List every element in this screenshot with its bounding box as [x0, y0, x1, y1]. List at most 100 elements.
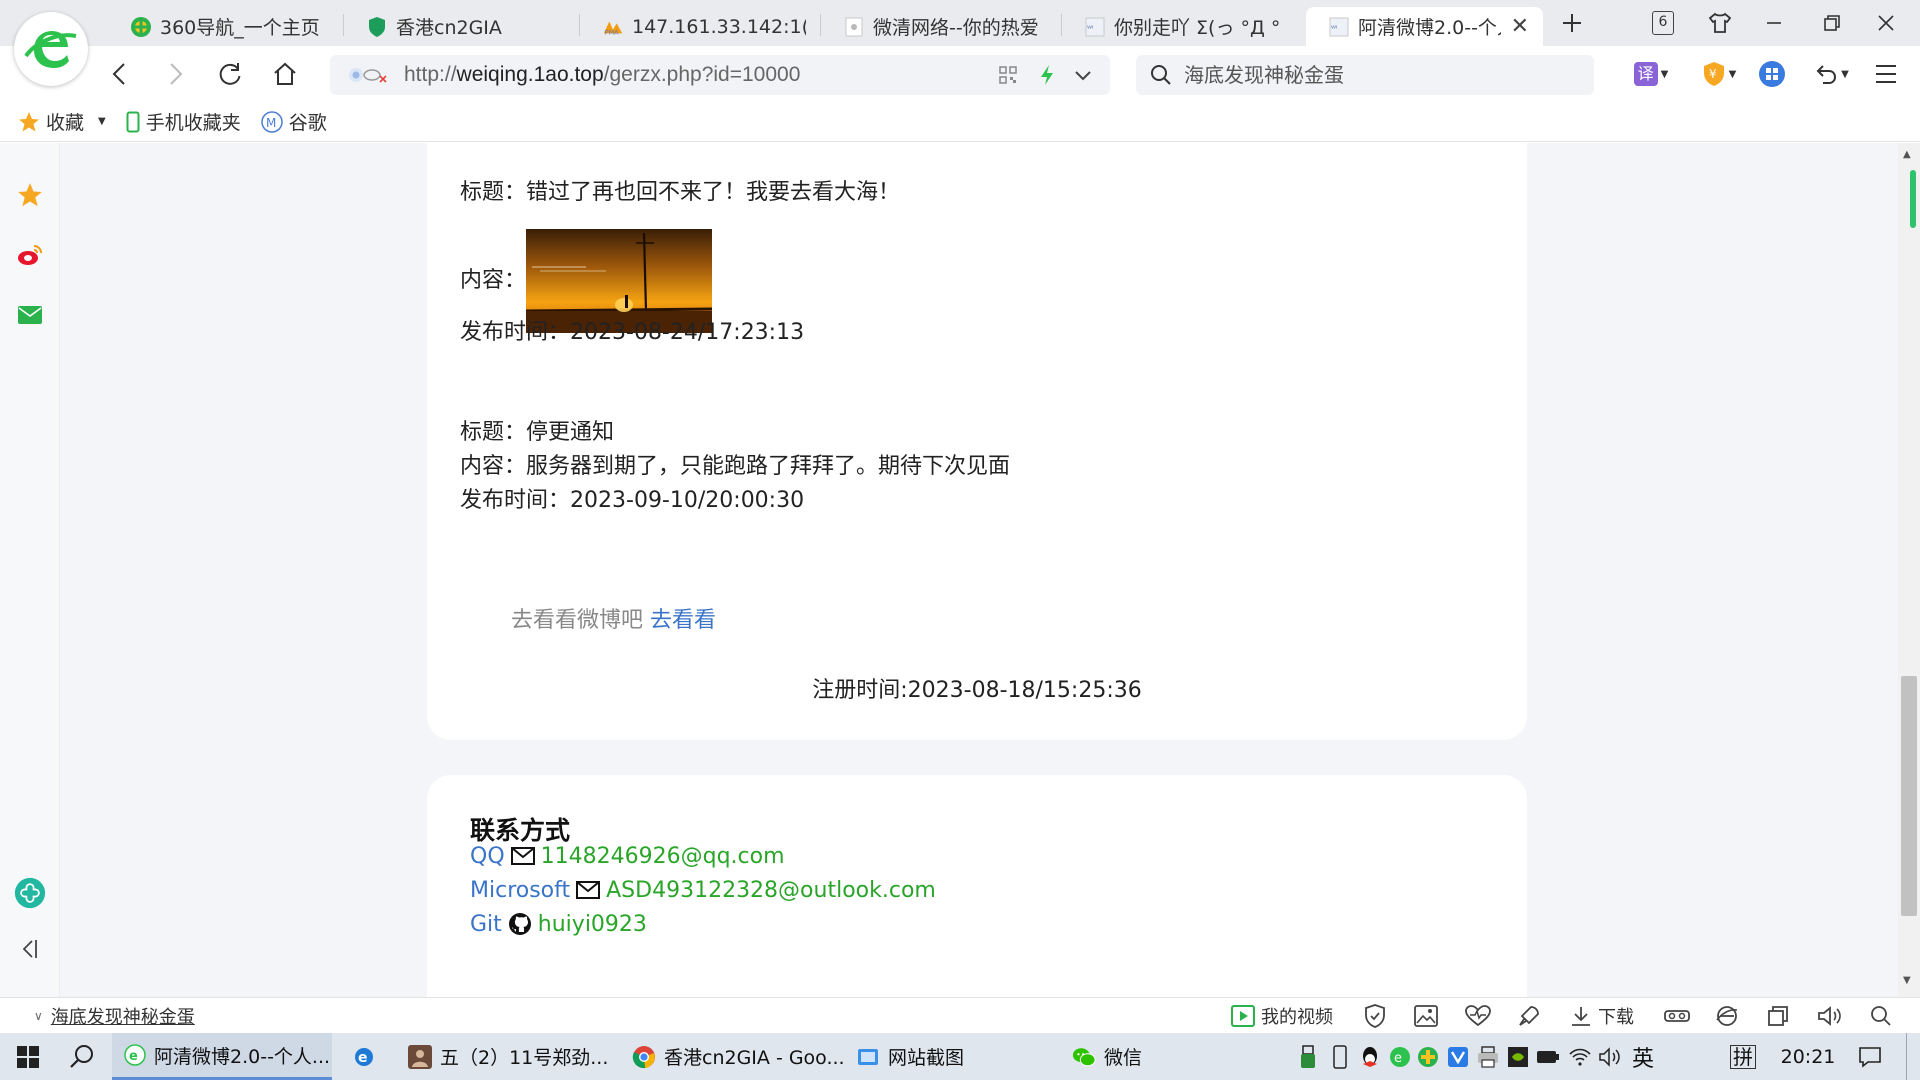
bookmark-favorites[interactable]: 收藏 ▼	[18, 108, 106, 135]
reload-button[interactable]	[210, 54, 250, 94]
rocket-icon[interactable]	[1517, 998, 1541, 1034]
apps-button[interactable]	[1752, 54, 1792, 94]
tray-360-safe-icon[interactable]	[1414, 1033, 1442, 1080]
chevron-down-icon[interactable]: ▼	[98, 116, 106, 127]
weibo-prompt-row: 去看看微博吧 去看看	[511, 602, 716, 634]
back-button[interactable]	[100, 54, 140, 94]
tray-app-icon[interactable]	[1444, 1033, 1472, 1080]
url-text[interactable]: http://weiqing.1ao.top/gerzx.php?id=1000…	[404, 63, 800, 87]
bookmark-label: 谷歌	[288, 112, 327, 134]
post-1: 标题：错过了再也回不来了！我要去看大海！	[460, 176, 900, 210]
forward-button[interactable]	[155, 54, 195, 94]
tab-title: 360导航_一个主页	[160, 17, 320, 39]
taskbar-item-360-browser[interactable]: e 阿清微博2.0--个人...	[112, 1033, 332, 1080]
tray-volume-icon[interactable]	[1596, 1033, 1624, 1080]
taskbar-item-ie[interactable]: e	[340, 1033, 390, 1080]
sidebar-plugin-icon[interactable]	[14, 877, 46, 909]
address-bar[interactable]: http://weiqing.1ao.top/gerzx.php?id=1000…	[330, 55, 1110, 95]
tray-battery-icon[interactable]	[1534, 1033, 1562, 1080]
svg-text:ᵂᴵ: ᵂᴵ	[1087, 24, 1093, 33]
tray-usb-icon[interactable]	[1294, 1033, 1322, 1080]
image-icon[interactable]	[1414, 998, 1438, 1034]
chevron-down-icon: ∨	[34, 1009, 43, 1023]
scroll-up-arrow-icon[interactable]: ▲	[1903, 149, 1911, 160]
tab-2[interactable]: 香港cn2GIA	[344, 7, 579, 46]
bookmark-google[interactable]: M 谷歌	[260, 108, 327, 135]
tray-360-browser-icon[interactable]: e	[1386, 1033, 1414, 1080]
sidebar-mail-icon[interactable]	[14, 299, 46, 331]
taskbar-clock[interactable]: 20:21	[1772, 1033, 1844, 1080]
tray-wifi-icon[interactable]	[1566, 1033, 1594, 1080]
health-heart-icon[interactable]	[1465, 998, 1491, 1034]
taskbar-item-screenshot[interactable]: 网站截图	[844, 1033, 1054, 1080]
contact-row-git: Git huiyi0923	[470, 907, 647, 941]
git-username-link[interactable]: huiyi0923	[538, 912, 647, 937]
zoom-search-icon[interactable]	[1870, 998, 1892, 1034]
ime-mode-indicator[interactable]: 拼	[1726, 1033, 1760, 1080]
close-window-button[interactable]	[1868, 8, 1904, 38]
outlook-email-link[interactable]: ASD493122328@outlook.com	[606, 878, 936, 903]
vr-glasses-icon[interactable]	[1664, 998, 1690, 1034]
shopping-coupon-button[interactable]: ¥ ▼	[1694, 54, 1744, 94]
show-desktop-divider[interactable]	[1906, 1033, 1907, 1080]
page-scrollbar[interactable]: ▲ ▼	[1898, 143, 1920, 997]
tab-3[interactable]: PMA 147.161.33.142:1(	[580, 7, 820, 46]
qr-code-icon[interactable]	[998, 65, 1018, 90]
collapse-sidebar-icon[interactable]	[14, 933, 46, 965]
close-icon[interactable]: ✕	[1501, 14, 1529, 39]
tab-count-button[interactable]: 6	[1645, 8, 1681, 38]
tab-6-active[interactable]: ᵂᴵ 阿清微博2.0--个人 ✕	[1306, 7, 1543, 46]
notification-center-button[interactable]	[1850, 1033, 1890, 1080]
tray-phone-icon[interactable]	[1326, 1033, 1354, 1080]
search-input[interactable]	[1184, 63, 1564, 87]
translate-button[interactable]: 译 ▼	[1626, 54, 1676, 94]
github-icon	[508, 912, 532, 936]
taskbar-item-chrome[interactable]: 香港cn2GIA - Goo...	[620, 1033, 845, 1080]
my-video-button[interactable]: 我的视频	[1231, 998, 1333, 1034]
windows-start-button[interactable]	[0, 1033, 56, 1080]
window-restore-icon[interactable]	[1767, 998, 1789, 1034]
chevron-down-icon: ▼	[1660, 68, 1669, 80]
tray-qq-icon[interactable]	[1356, 1033, 1384, 1080]
contact-name: Git	[470, 911, 502, 937]
search-box[interactable]	[1136, 55, 1594, 95]
new-tab-button[interactable]	[1554, 8, 1590, 38]
page-viewport: 标题：错过了再也回不来了！我要去看大海！ 内容： 发布时间：2023-08-24…	[60, 143, 1898, 997]
taskbar-item-wechat[interactable]: 微信	[1060, 1033, 1270, 1080]
taskbar-search-button[interactable]	[58, 1033, 106, 1080]
tab-5[interactable]: ᵂᴵ 你别走吖 Σ(っ °Д °	[1062, 7, 1302, 46]
skin-shirt-icon[interactable]	[1702, 8, 1738, 38]
taskbar-item-chat[interactable]: 五（2）11号郑劲...	[396, 1033, 614, 1080]
scroll-thumb[interactable]	[1901, 676, 1917, 916]
undo-close-tab-button[interactable]: ▼	[1806, 54, 1856, 94]
tray-nvidia-icon[interactable]	[1504, 1033, 1532, 1080]
tab-4[interactable]: 微清网络--你的热爱	[821, 7, 1061, 46]
volume-icon[interactable]	[1817, 998, 1843, 1034]
bookmark-mobile-favorites[interactable]: 手机收藏夹	[126, 108, 241, 135]
post-content-row: 内容：服务器到期了，只能跑路了拜拜了。期待下次见面	[460, 450, 1010, 484]
contact-row-qq: QQ 1148246926@qq.com	[470, 839, 785, 873]
restore-button[interactable]	[1814, 8, 1850, 38]
chevron-down-icon[interactable]	[1072, 64, 1094, 91]
qq-email-link[interactable]: 1148246926@qq.com	[541, 844, 785, 869]
home-button[interactable]	[265, 54, 305, 94]
minimize-button[interactable]	[1756, 8, 1792, 38]
ie-compat-icon[interactable]	[1715, 998, 1739, 1034]
post-2: 标题：停更通知 内容：服务器到期了，只能跑路了拜拜了。期待下次见面 发布时间：2…	[460, 416, 1010, 518]
menu-button[interactable]	[1866, 54, 1906, 94]
go-see-link[interactable]: 去看看	[650, 608, 716, 633]
ime-language-indicator[interactable]: 英	[1626, 1033, 1660, 1080]
post-time: 2023-08-24/17:23:13	[570, 320, 805, 345]
scroll-down-arrow-icon[interactable]: ▼	[1903, 975, 1911, 986]
security-indicator-icon[interactable]	[348, 65, 392, 85]
sidebar-favorites-star-icon[interactable]	[14, 179, 46, 211]
svg-text:e: e	[129, 1049, 138, 1064]
sidebar-weibo-icon[interactable]	[14, 239, 46, 271]
lightning-icon[interactable]	[1038, 64, 1056, 91]
tab-1[interactable]: 360导航_一个主页	[108, 7, 343, 46]
shield-icon[interactable]	[1364, 998, 1386, 1034]
360-browser-logo[interactable]	[14, 12, 88, 86]
promo-link[interactable]: ∨ 海底发现神秘金蛋	[34, 998, 195, 1034]
tray-printer-icon[interactable]	[1474, 1033, 1502, 1080]
download-button[interactable]: 下载	[1570, 998, 1634, 1034]
